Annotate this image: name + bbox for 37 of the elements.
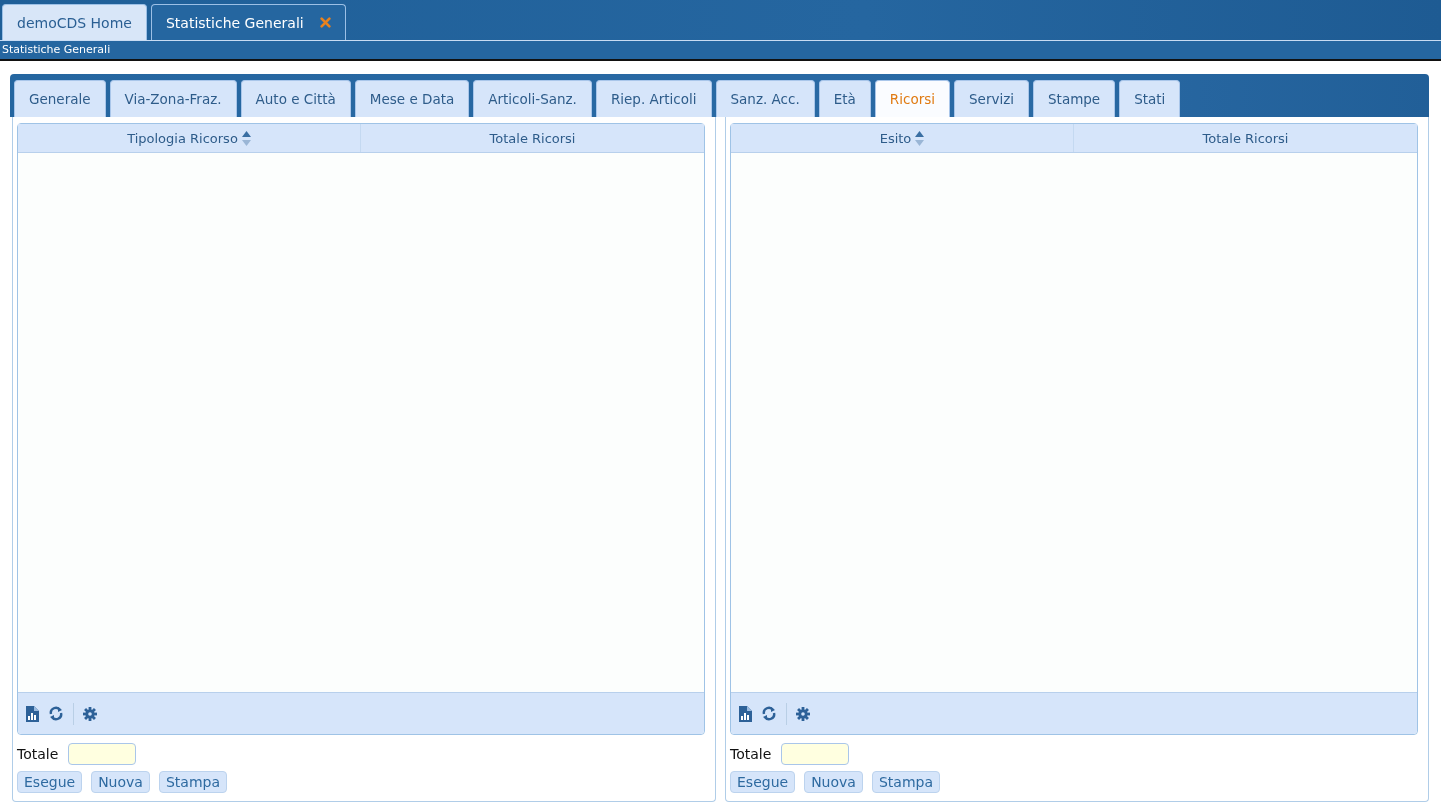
column-header[interactable]: Totale Ricorsi xyxy=(361,124,704,152)
refresh-icon[interactable] xyxy=(761,706,777,721)
tab[interactable]: Servizi xyxy=(954,80,1029,117)
chart-file-icon[interactable] xyxy=(26,705,39,722)
chart-file-icon[interactable] xyxy=(739,705,752,722)
action-button[interactable]: Nuova xyxy=(804,771,863,793)
total-field[interactable] xyxy=(781,743,850,765)
total-label: Totale xyxy=(730,746,772,762)
tab[interactable]: Sanz. Acc. xyxy=(715,80,815,117)
action-button[interactable]: Esegue xyxy=(17,771,83,793)
tab[interactable]: Stampe xyxy=(1033,80,1116,117)
tab[interactable]: Generale xyxy=(14,80,106,117)
column-header[interactable]: Esito xyxy=(731,124,1074,152)
column-header[interactable]: Tipologia Ricorso xyxy=(18,124,361,152)
sort-icon[interactable] xyxy=(241,130,251,146)
tab[interactable]: Riep. Articoli xyxy=(595,80,712,117)
sort-icon[interactable] xyxy=(915,130,925,146)
tab[interactable]: Età xyxy=(818,80,871,117)
action-button[interactable]: Stampa xyxy=(158,771,227,793)
action-button[interactable]: Nuova xyxy=(91,771,150,793)
tab[interactable]: Mese e Data xyxy=(354,80,470,117)
tab[interactable]: Stati xyxy=(1119,80,1181,117)
total-field[interactable] xyxy=(68,743,137,765)
action-button[interactable]: Esegue xyxy=(730,771,796,793)
breadcrumb: Statistiche Generali xyxy=(2,43,111,56)
tab[interactable]: Ricorsi xyxy=(874,80,950,117)
tab[interactable]: Via-Zona-Fraz. xyxy=(109,80,237,117)
window-tab[interactable]: Statistiche Generali xyxy=(150,4,346,40)
settings-icon[interactable] xyxy=(796,706,810,721)
settings-icon[interactable] xyxy=(83,706,97,721)
window-tab[interactable]: demoCDS Home xyxy=(2,4,147,40)
tab[interactable]: Auto e Città xyxy=(240,80,351,117)
total-label: Totale xyxy=(17,746,59,762)
tab[interactable]: Articoli-Sanz. xyxy=(473,80,592,117)
action-button[interactable]: Stampa xyxy=(871,771,940,793)
column-header[interactable]: Totale Ricorsi xyxy=(1074,124,1417,152)
refresh-icon[interactable] xyxy=(48,706,64,721)
